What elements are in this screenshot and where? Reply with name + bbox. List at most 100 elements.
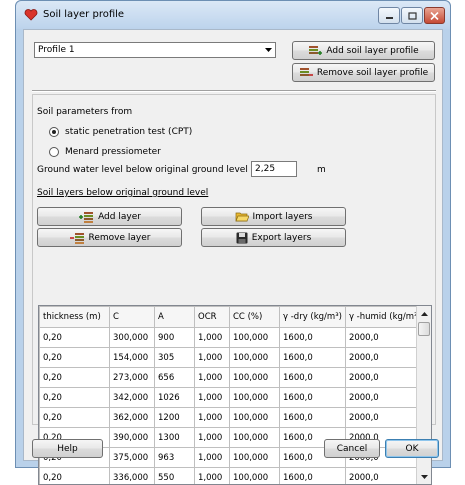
profile-select[interactable]: Profile 1 [34,42,276,58]
table-cell[interactable]: 2000,0 [345,468,424,485]
table-cell[interactable]: 154,000 [110,348,155,368]
cancel-label: Cancel [337,444,368,454]
table-cell[interactable]: 100,000 [230,468,280,485]
table-cell[interactable]: 2000,0 [345,408,424,428]
chevron-down-icon[interactable] [261,43,275,57]
table-cell[interactable]: 900 [155,328,195,348]
table-cell[interactable]: 1,000 [195,368,230,388]
radio-cpt-label[interactable]: static penetration test (CPT) [65,127,192,137]
table-cell[interactable]: 1600,0 [280,368,346,388]
radio-cpt[interactable] [49,127,59,137]
table-cell[interactable]: 100,000 [230,408,280,428]
table-cell[interactable]: 1,000 [195,408,230,428]
table-cell[interactable]: 0,20 [40,408,110,428]
table-cell[interactable]: 2000,0 [345,328,424,348]
ok-button[interactable]: OK [385,439,439,458]
groundwater-input[interactable]: 2,25 [251,161,297,177]
help-button[interactable]: Help [32,439,103,458]
column-header[interactable]: thickness (m) [40,307,110,328]
remove-layer-icon [69,232,85,244]
table-cell[interactable]: 390,000 [110,428,155,448]
table-cell[interactable]: 100,000 [230,348,280,368]
table-cell[interactable]: 1,000 [195,448,230,468]
table-cell[interactable]: 342,000 [110,388,155,408]
radio-menard[interactable] [49,147,59,157]
table-cell[interactable]: 550 [155,468,195,485]
remove-layer-button[interactable]: Remove layer [37,228,182,247]
table-cell[interactable]: 1600,0 [280,348,346,368]
table-cell[interactable]: 336,000 [110,468,155,485]
table-cell[interactable]: 2000,0 [345,368,424,388]
table-cell[interactable]: 273,000 [110,368,155,388]
scroll-up-arrow-icon[interactable] [417,306,431,321]
cancel-button[interactable]: Cancel [324,439,380,458]
export-layers-button[interactable]: Export layers [201,228,346,247]
table-row[interactable]: 0,20342,00010261,000100,0001600,02000,0 [40,388,425,408]
table-row[interactable]: 0,20154,0003051,000100,0001600,02000,0 [40,348,425,368]
column-header[interactable]: OCR [195,307,230,328]
import-layers-button[interactable]: Import layers [201,207,346,226]
scroll-down-arrow-icon[interactable] [417,469,431,484]
title-bar[interactable]: Soil layer profile [16,1,450,29]
scrollbar-thumb[interactable] [418,322,430,336]
table-cell[interactable]: 1200 [155,408,195,428]
soil-layers-group: Soil parameters from static penetration … [32,94,436,425]
table-cell[interactable]: 963 [155,448,195,468]
radio-menard-label[interactable]: Menard pressiometer [65,147,161,157]
table-cell[interactable]: 1,000 [195,428,230,448]
close-icon [430,12,439,20]
window-title: Soil layer profile [43,9,124,20]
table-cell[interactable]: 1600,0 [280,408,346,428]
table-cell[interactable]: 0,20 [40,348,110,368]
table-cell[interactable]: 1600,0 [280,468,346,485]
column-header[interactable]: C [110,307,155,328]
remove-soil-layer-profile-button[interactable]: Remove soil layer profile [292,63,435,82]
table-cell[interactable]: 2000,0 [345,388,424,408]
table-cell[interactable]: 362,000 [110,408,155,428]
table-cell[interactable]: 1600,0 [280,328,346,348]
help-label: Help [57,444,78,454]
soil-layers-table[interactable]: thickness (m)CAOCRCC (%)γ -dry (kg/m³)γ … [38,305,432,485]
table-cell[interactable]: 1,000 [195,328,230,348]
groundwater-label: Ground water level below original ground… [37,165,248,175]
table-cell[interactable]: 100,000 [230,388,280,408]
table-cell[interactable]: 1,000 [195,348,230,368]
table-cell[interactable]: 305 [155,348,195,368]
table-row[interactable]: 0,20300,0009001,000100,0001600,02000,0 [40,328,425,348]
add-soil-layer-profile-button[interactable]: Add soil layer profile [292,41,435,60]
column-header[interactable]: A [155,307,195,328]
table-body: 0,20300,0009001,000100,0001600,02000,00,… [40,328,425,485]
table-cell[interactable]: 300,000 [110,328,155,348]
table-cell[interactable]: 100,000 [230,428,280,448]
column-header[interactable]: CC (%) [230,307,280,328]
table-cell[interactable]: 1300 [155,428,195,448]
table-cell[interactable]: 100,000 [230,448,280,468]
table-cell[interactable]: 0,20 [40,388,110,408]
table-cell[interactable]: 0,20 [40,328,110,348]
add-soil-layer-profile-label: Add soil layer profile [326,46,418,56]
add-layer-icon [78,211,94,223]
table-row[interactable]: 0,20273,0006561,000100,0001600,02000,0 [40,368,425,388]
table-cell[interactable]: 0,20 [40,468,110,485]
table-cell[interactable]: 1026 [155,388,195,408]
close-button[interactable] [424,7,445,24]
column-header[interactable]: γ -humid (kg/m³) [345,307,424,328]
add-layer-button[interactable]: Add layer [37,207,182,226]
maximize-button[interactable] [401,7,423,24]
table-row[interactable]: 0,20362,00012001,000100,0001600,02000,0 [40,408,425,428]
add-profile-icon [308,45,322,57]
table-row[interactable]: 0,20336,0005501,000100,0001600,02000,0 [40,468,425,485]
table-cell[interactable]: 1600,0 [280,388,346,408]
table-cell[interactable]: 375,000 [110,448,155,468]
save-disk-icon [236,232,248,244]
minimize-button[interactable] [378,7,400,24]
table-cell[interactable]: 1,000 [195,468,230,485]
table-cell[interactable]: 656 [155,368,195,388]
table-cell[interactable]: 0,20 [40,368,110,388]
table-cell[interactable]: 2000,0 [345,348,424,368]
table-cell[interactable]: 1,000 [195,388,230,408]
table-cell[interactable]: 100,000 [230,328,280,348]
table-cell[interactable]: 100,000 [230,368,280,388]
layers-table: thickness (m)CAOCRCC (%)γ -dry (kg/m³)γ … [39,306,425,485]
column-header[interactable]: γ -dry (kg/m³) [280,307,346,328]
